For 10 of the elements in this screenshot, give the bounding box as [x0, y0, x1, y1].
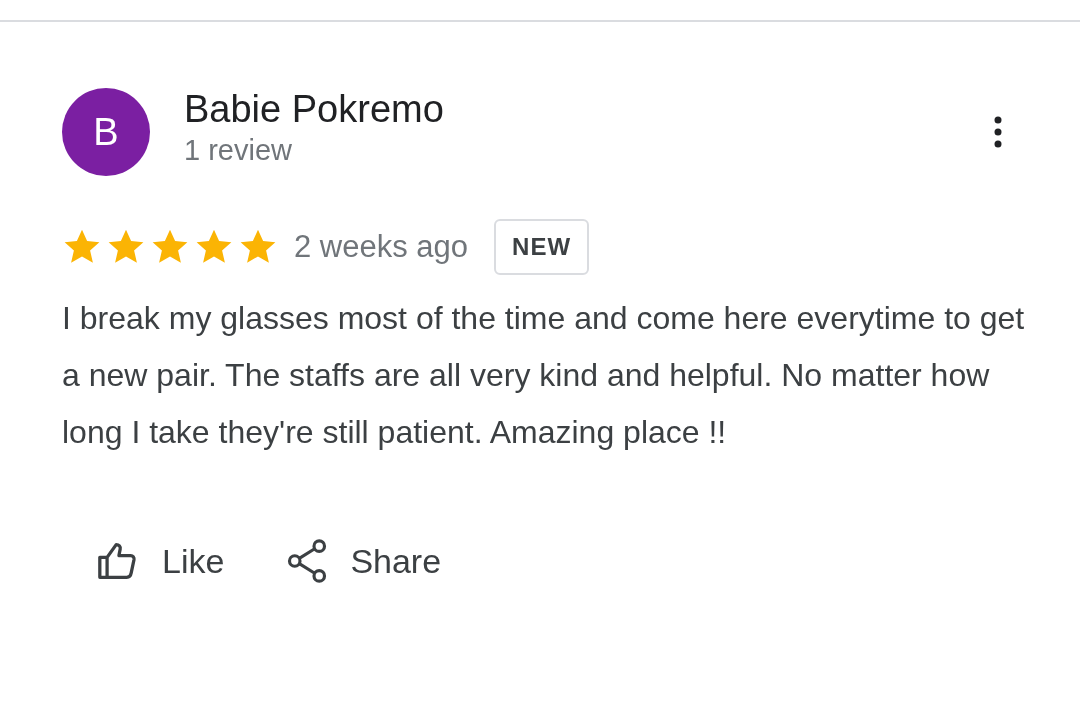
- author-name[interactable]: Babie Pokremo: [184, 86, 960, 132]
- more-options-icon[interactable]: [994, 116, 1002, 148]
- share-icon: [286, 539, 329, 583]
- new-badge: NEW: [494, 219, 590, 275]
- review-text: I break my glasses most of the time and come here everytime to get a new pair. The staffs are all very kind and helpful. No matter how long I take they're still patient. Amazing place !!: [62, 299, 1026, 452]
- avatar[interactable]: B: [62, 88, 150, 176]
- like-button[interactable]: Like: [96, 539, 225, 583]
- review-time: 2 weeks ago: [294, 229, 469, 265]
- review-count: 1 review: [184, 133, 293, 168]
- share-button[interactable]: Share: [286, 539, 442, 583]
